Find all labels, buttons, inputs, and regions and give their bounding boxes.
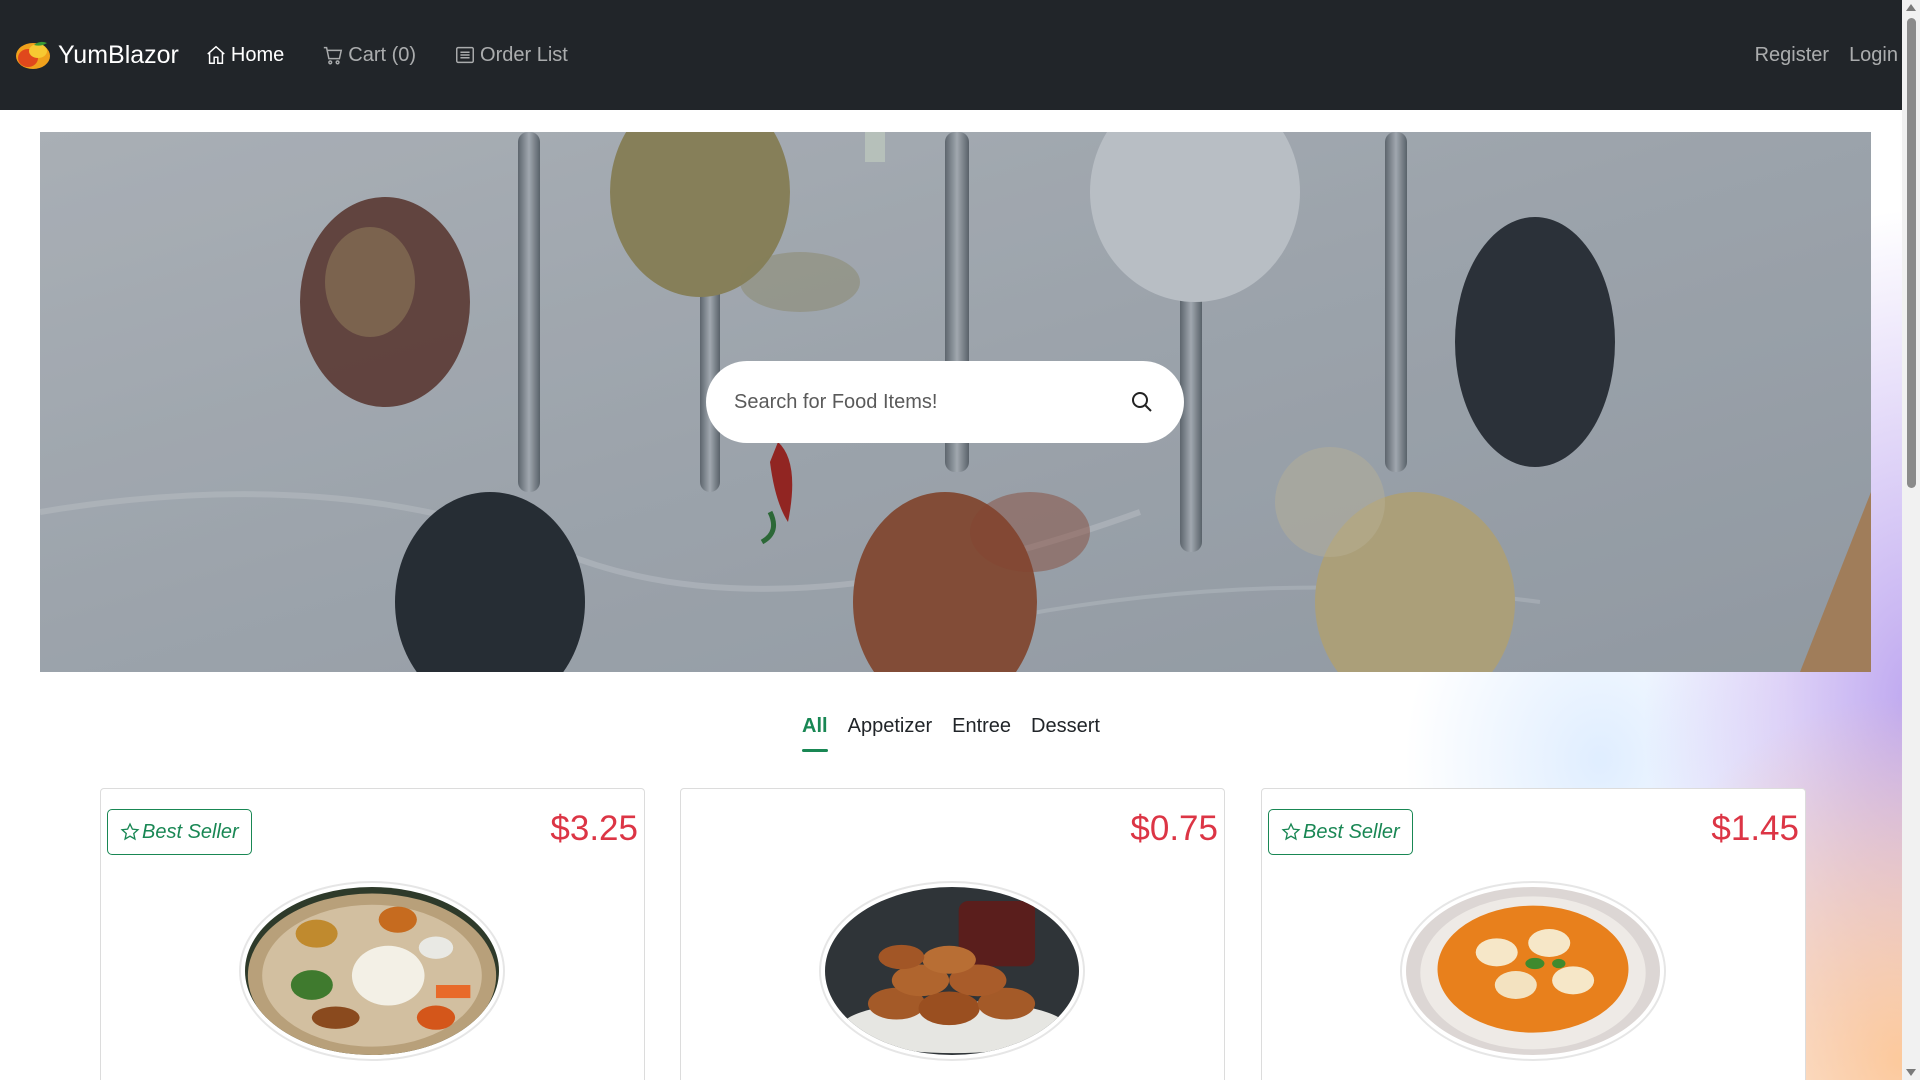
category-tabs: All Appetizer Entree Dessert	[0, 715, 1902, 752]
nav-menu: Home Cart (0) Order List	[205, 44, 606, 67]
best-seller-badge[interactable]: Best Seller	[107, 809, 252, 855]
tab-appetizer[interactable]: Appetizer	[848, 715, 933, 752]
brand-link[interactable]: YumBlazor	[14, 39, 179, 71]
list-icon	[456, 46, 475, 64]
scroll-thumb[interactable]	[1907, 18, 1916, 488]
momo-soup-image[interactable]	[1400, 881, 1666, 1061]
product-price: $1.45	[1711, 809, 1799, 848]
thali-plate-image[interactable]	[239, 881, 505, 1061]
mango-logo-icon	[16, 41, 50, 69]
badge-label: Best Seller	[142, 820, 239, 843]
search-box	[706, 361, 1184, 443]
product-price: $3.25	[550, 809, 638, 848]
product-card[interactable]: $0.75	[680, 788, 1225, 1080]
nav-order-list-label: Order List	[480, 43, 568, 66]
house-icon	[207, 45, 225, 64]
product-card[interactable]: Best Seller $3.25	[100, 788, 645, 1080]
top-navbar: YumBlazor Home Cart (0) Order List Regis…	[0, 0, 1902, 110]
tab-all[interactable]: All	[802, 715, 828, 752]
product-price: $0.75	[1130, 809, 1218, 848]
login-link[interactable]: Login	[1849, 44, 1898, 67]
tab-entree[interactable]: Entree	[952, 715, 1011, 752]
tab-dessert[interactable]: Dessert	[1031, 715, 1100, 752]
nav-cart-label: Cart (0)	[348, 43, 417, 66]
brand-name: YumBlazor	[58, 40, 179, 69]
hero-banner	[40, 132, 1871, 672]
scroll-up-arrow-icon[interactable]	[1906, 4, 1916, 11]
nav-cart[interactable]: Cart (0)	[322, 44, 416, 67]
nav-home[interactable]: Home	[205, 44, 284, 67]
search-icon[interactable]	[1130, 390, 1154, 414]
fried-patties-image[interactable]	[819, 881, 1085, 1061]
search-input[interactable]	[732, 389, 1106, 415]
nav-home-label: Home	[230, 43, 285, 66]
nav-order-list[interactable]: Order List	[454, 44, 568, 67]
page-scrollbar[interactable]	[1902, 0, 1920, 1080]
best-seller-badge[interactable]: Best Seller	[1268, 809, 1413, 855]
register-link[interactable]: Register	[1755, 44, 1829, 67]
star-icon	[120, 822, 140, 841]
scroll-down-arrow-icon[interactable]	[1906, 1069, 1916, 1076]
auth-links: Register Login	[1735, 44, 1898, 67]
product-card[interactable]: Best Seller $1.45	[1261, 788, 1806, 1080]
page: YumBlazor Home Cart (0) Order List Regis…	[0, 0, 1920, 1080]
badge-label: Best Seller	[1303, 820, 1400, 843]
star-icon	[1281, 822, 1301, 841]
cart-icon	[324, 46, 343, 65]
